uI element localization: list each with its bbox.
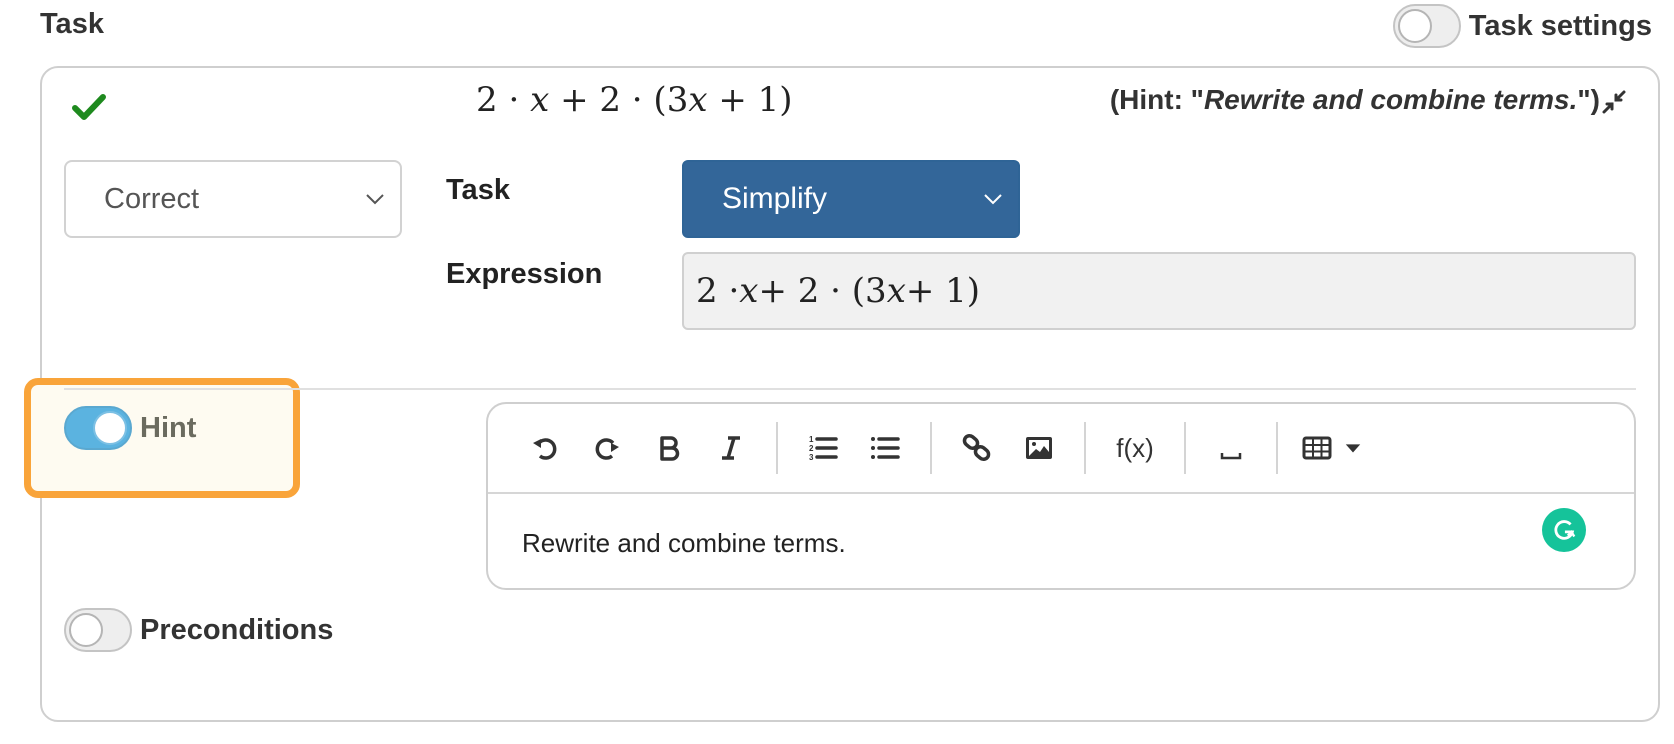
expression-input[interactable]: 2 · x + 2 · (3 x + 1) <box>682 252 1636 330</box>
expr-part: 2 <box>476 80 498 120</box>
bold-button[interactable] <box>638 423 700 473</box>
collapse-arrows-icon[interactable] <box>1600 88 1628 116</box>
section-title: Task <box>40 8 104 40</box>
hint-summary-prefix: (Hint: " <box>1109 84 1204 115</box>
bold-icon <box>660 436 680 461</box>
expr-part: 2 · <box>696 271 740 311</box>
bullet-list-icon <box>871 437 900 459</box>
hint-summary-suffix: ") <box>1577 84 1600 115</box>
task-settings-label: Task settings <box>1468 9 1652 42</box>
toggle-knob <box>93 411 127 445</box>
ordered-list-icon: 123 <box>809 435 838 462</box>
undo-button[interactable] <box>514 423 576 473</box>
preconditions-toggle[interactable] <box>64 608 132 652</box>
grammarly-g-icon <box>1554 520 1576 540</box>
undo-icon <box>533 438 557 460</box>
hint-label: Hint <box>140 411 197 444</box>
expr-part: · <box>497 80 531 120</box>
hint-toggle[interactable] <box>64 406 132 450</box>
caret-down-icon <box>1345 444 1361 453</box>
check-icon <box>72 94 106 120</box>
expr-variable: x <box>688 80 708 120</box>
hint-summary-text: Rewrite and combine terms. <box>1203 84 1578 115</box>
toolbar-separator <box>776 422 778 474</box>
hint-text-content[interactable]: Rewrite and combine terms. <box>522 528 846 559</box>
link-button[interactable] <box>946 423 1008 473</box>
task-settings-toggle[interactable] <box>1392 4 1461 48</box>
status-select-value: Correct <box>104 182 200 215</box>
ordered-list-button[interactable]: 123 <box>792 423 854 473</box>
table-icon <box>1302 436 1332 460</box>
status-select[interactable]: Correct <box>64 160 402 238</box>
expr-variable: x <box>739 271 759 311</box>
table-button[interactable] <box>1292 423 1372 473</box>
section-divider <box>64 388 1636 390</box>
summary-expression: 2 · x + 2 · (3x + 1) <box>476 80 793 120</box>
bullet-list-button[interactable] <box>854 423 916 473</box>
link-icon <box>962 433 991 462</box>
image-button[interactable] <box>1008 423 1070 473</box>
task-card: 2 · x + 2 · (3x + 1) (Hint: "Rewrite and… <box>24 66 1660 722</box>
chevron-down-icon <box>984 194 1002 205</box>
nonbreaking-space-button[interactable] <box>1200 423 1262 473</box>
expr-part: + 2 · (3 <box>549 80 689 120</box>
expr-variable: x <box>886 271 906 311</box>
redo-button[interactable] <box>576 423 638 473</box>
preconditions-label: Preconditions <box>140 613 334 646</box>
hint-toggle-row[interactable]: Hint <box>64 406 196 450</box>
expr-variable: x <box>530 80 550 120</box>
svg-text:3: 3 <box>809 453 814 462</box>
svg-text:2: 2 <box>809 444 814 453</box>
image-icon <box>1026 437 1052 459</box>
toolbar-separator <box>1184 422 1186 474</box>
italic-button[interactable] <box>700 423 762 473</box>
grammarly-icon[interactable] <box>1542 508 1586 552</box>
task-settings-toggle-row[interactable]: Task settings <box>1392 4 1652 48</box>
formula-button[interactable]: f(x) <box>1100 423 1170 473</box>
hint-editor: 123 f(x) Rewrite and combine terms. <box>486 402 1636 590</box>
redo-icon <box>595 438 619 460</box>
expr-part: + 2 · (3 <box>758 271 887 311</box>
task-type-select[interactable]: Simplify <box>682 160 1020 238</box>
hint-summary: (Hint: "Rewrite and combine terms.") <box>1110 84 1600 116</box>
toolbar-separator <box>1084 422 1086 474</box>
task-type-select-value: Simplify <box>722 182 828 215</box>
italic-icon <box>722 436 740 460</box>
nonbreaking-space-icon <box>1220 453 1242 460</box>
preconditions-toggle-row[interactable]: Preconditions <box>64 608 333 652</box>
toolbar-separator <box>930 422 932 474</box>
editor-toolbar: 123 f(x) <box>488 404 1634 494</box>
svg-text:1: 1 <box>809 435 814 444</box>
expr-part: + 1) <box>905 271 981 311</box>
task-type-label: Task <box>446 174 510 206</box>
expression-label: Expression <box>446 258 603 290</box>
expr-part: + 1) <box>707 80 793 120</box>
toolbar-separator <box>1276 422 1278 474</box>
toggle-knob <box>69 613 103 647</box>
toggle-knob <box>1397 9 1432 43</box>
chevron-down-icon <box>366 194 384 205</box>
